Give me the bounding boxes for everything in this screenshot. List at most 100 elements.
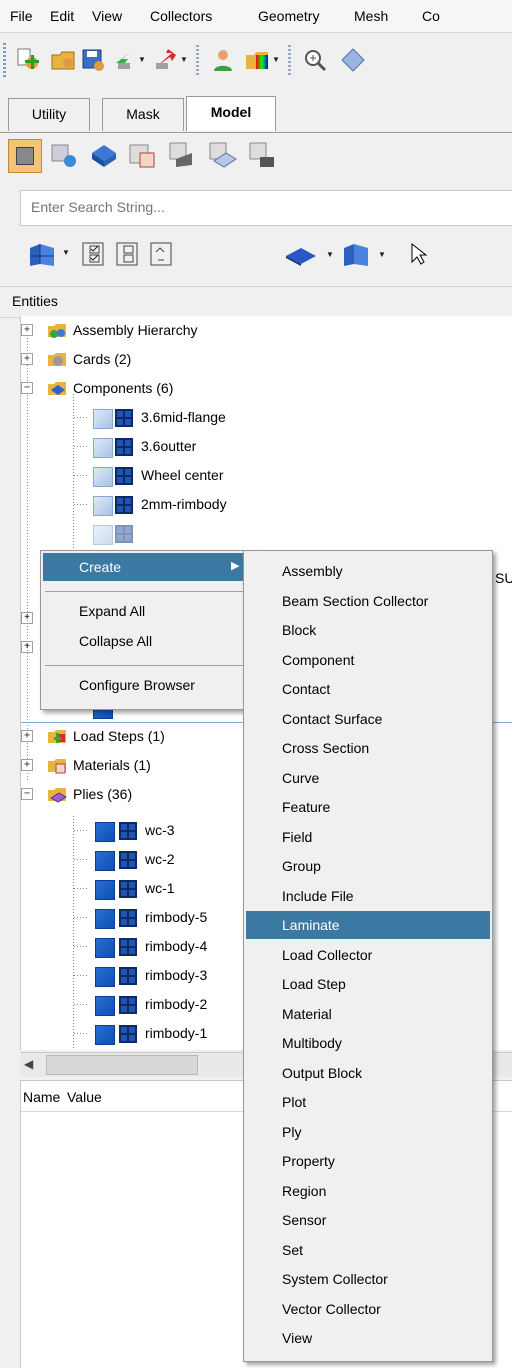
expand-icon[interactable]: + (21, 324, 33, 336)
submenu-item-contact-surface[interactable]: Contact Surface (246, 705, 490, 733)
component-row[interactable]: 2mm-rimbody (21, 490, 512, 519)
collapse-icon[interactable]: − (21, 382, 33, 394)
tab-utility[interactable]: Utility (8, 98, 90, 131)
menu-collectors[interactable]: Collectors (150, 8, 212, 24)
submenu-item-load-collector[interactable]: Load Collector (246, 941, 490, 969)
column-value-header[interactable]: Value (67, 1089, 102, 1105)
menu-item-expand-all[interactable]: Expand All (43, 597, 261, 625)
submenu-item-output-block[interactable]: Output Block (246, 1059, 490, 1087)
property-view-icon[interactable] (166, 139, 198, 171)
save-icon[interactable] (80, 47, 106, 73)
submenu-item-cross-section[interactable]: Cross Section (246, 734, 490, 762)
submenu-item-field[interactable]: Field (246, 823, 490, 851)
tree-item-components[interactable]: − Components (6) (21, 374, 512, 403)
user-icon[interactable] (210, 47, 236, 73)
submenu-item-sensor[interactable]: Sensor (246, 1206, 490, 1234)
visibility-icon[interactable] (93, 496, 113, 516)
submenu-item-laminate[interactable]: Laminate (246, 911, 490, 939)
export-dropdown-icon[interactable]: ▼ (180, 55, 188, 64)
tab-model[interactable]: Model (186, 96, 276, 131)
laminate-view-icon[interactable] (246, 139, 278, 171)
visibility-icon[interactable] (93, 438, 113, 458)
visibility-icon[interactable] (93, 467, 113, 487)
submenu-item-view[interactable]: View (246, 1324, 490, 1352)
component-row[interactable]: 3.6mid-flange (21, 403, 512, 432)
submenu-item-plot[interactable]: Plot (246, 1088, 490, 1116)
list-swap-icon[interactable] (150, 242, 172, 266)
menu-edit[interactable]: Edit (50, 8, 74, 24)
submenu-item-material[interactable]: Material (246, 1000, 490, 1028)
scroll-left-icon[interactable]: ◀ (24, 1057, 33, 1071)
search-input[interactable] (21, 191, 511, 223)
expand-icon[interactable]: + (21, 612, 33, 624)
pointer-icon[interactable] (410, 242, 428, 266)
colors-dropdown-icon[interactable]: ▼ (272, 55, 280, 64)
shaded-view-icon[interactable] (284, 246, 318, 266)
menu-file[interactable]: File (10, 8, 33, 24)
column-name-header[interactable]: Name (23, 1089, 60, 1105)
list-checked-icon[interactable] (82, 242, 104, 266)
menu-item-configure-browser[interactable]: Configure Browser (43, 671, 261, 699)
assembly-view-icon[interactable] (48, 139, 80, 171)
submenu-item-vector-collector[interactable]: Vector Collector (246, 1295, 490, 1323)
visibility-icon[interactable] (95, 822, 115, 842)
expand-icon[interactable]: + (21, 759, 33, 771)
menu-co[interactable]: Co (422, 8, 440, 24)
submenu-item-group[interactable]: Group (246, 852, 490, 880)
import-icon[interactable] (110, 47, 136, 73)
visibility-icon[interactable] (95, 996, 115, 1016)
submenu-item-curve[interactable]: Curve (246, 764, 490, 792)
view-cube2-dropdown-icon[interactable]: ▼ (378, 250, 386, 259)
submenu-item-beam-section-collector[interactable]: Beam Section Collector (246, 587, 490, 615)
visibility-icon[interactable] (95, 909, 115, 929)
menu-item-create[interactable]: Create ▶ (43, 553, 261, 581)
tab-mask[interactable]: Mask (102, 98, 184, 131)
toolbar-grip[interactable] (3, 43, 6, 77)
component-view-icon[interactable] (88, 139, 120, 171)
submenu-item-ply[interactable]: Ply (246, 1118, 490, 1146)
zoom-icon[interactable] (302, 47, 328, 73)
visibility-icon[interactable] (93, 409, 113, 429)
component-row[interactable]: 3.6outter (21, 432, 512, 461)
colors-icon[interactable] (244, 47, 270, 73)
open-folder-icon[interactable] (50, 47, 76, 73)
visibility-icon[interactable] (95, 1025, 115, 1045)
submenu-item-set[interactable]: Set (246, 1236, 490, 1264)
visibility-icon[interactable] (95, 938, 115, 958)
collapse-icon[interactable]: − (21, 788, 33, 800)
submenu-item-region[interactable]: Region (246, 1177, 490, 1205)
submenu-item-feature[interactable]: Feature (246, 793, 490, 821)
list-unchecked-icon[interactable] (116, 242, 138, 266)
menu-view[interactable]: View (92, 8, 122, 24)
scroll-thumb[interactable] (46, 1055, 198, 1075)
submenu-item-system-collector[interactable]: System Collector (246, 1265, 490, 1293)
visibility-icon[interactable] (95, 967, 115, 987)
submenu-item-component[interactable]: Component (246, 646, 490, 674)
shaded-dropdown-icon[interactable]: ▼ (326, 250, 334, 259)
view-diamond-icon[interactable] (340, 47, 366, 73)
submenu-item-block[interactable]: Block (246, 616, 490, 644)
model-view-icon[interactable] (8, 139, 42, 173)
tree-item-assembly[interactable]: + Assembly Hierarchy (21, 316, 512, 345)
add-part-icon[interactable] (16, 47, 42, 73)
material-view-icon[interactable] (126, 139, 158, 171)
view-cube-icon[interactable] (28, 242, 56, 268)
view-cube-dropdown-icon[interactable]: ▼ (62, 248, 70, 257)
expand-icon[interactable]: + (21, 730, 33, 742)
submenu-item-include-file[interactable]: Include File (246, 882, 490, 910)
menu-mesh[interactable]: Mesh (354, 8, 388, 24)
submenu-item-assembly[interactable]: Assembly (246, 557, 490, 585)
visibility-icon[interactable] (95, 851, 115, 871)
submenu-item-property[interactable]: Property (246, 1147, 490, 1175)
tree-item-cards[interactable]: + Cards (2) (21, 345, 512, 374)
view-cube2-icon[interactable] (342, 242, 370, 268)
import-dropdown-icon[interactable]: ▼ (138, 55, 146, 64)
submenu-item-multibody[interactable]: Multibody (246, 1029, 490, 1057)
submenu-item-load-step[interactable]: Load Step (246, 970, 490, 998)
export-icon[interactable] (152, 47, 178, 73)
visibility-icon[interactable] (95, 880, 115, 900)
component-row[interactable]: Wheel center (21, 461, 512, 490)
expand-icon[interactable]: + (21, 353, 33, 365)
submenu-item-contact[interactable]: Contact (246, 675, 490, 703)
ply-view-icon[interactable] (206, 139, 238, 171)
